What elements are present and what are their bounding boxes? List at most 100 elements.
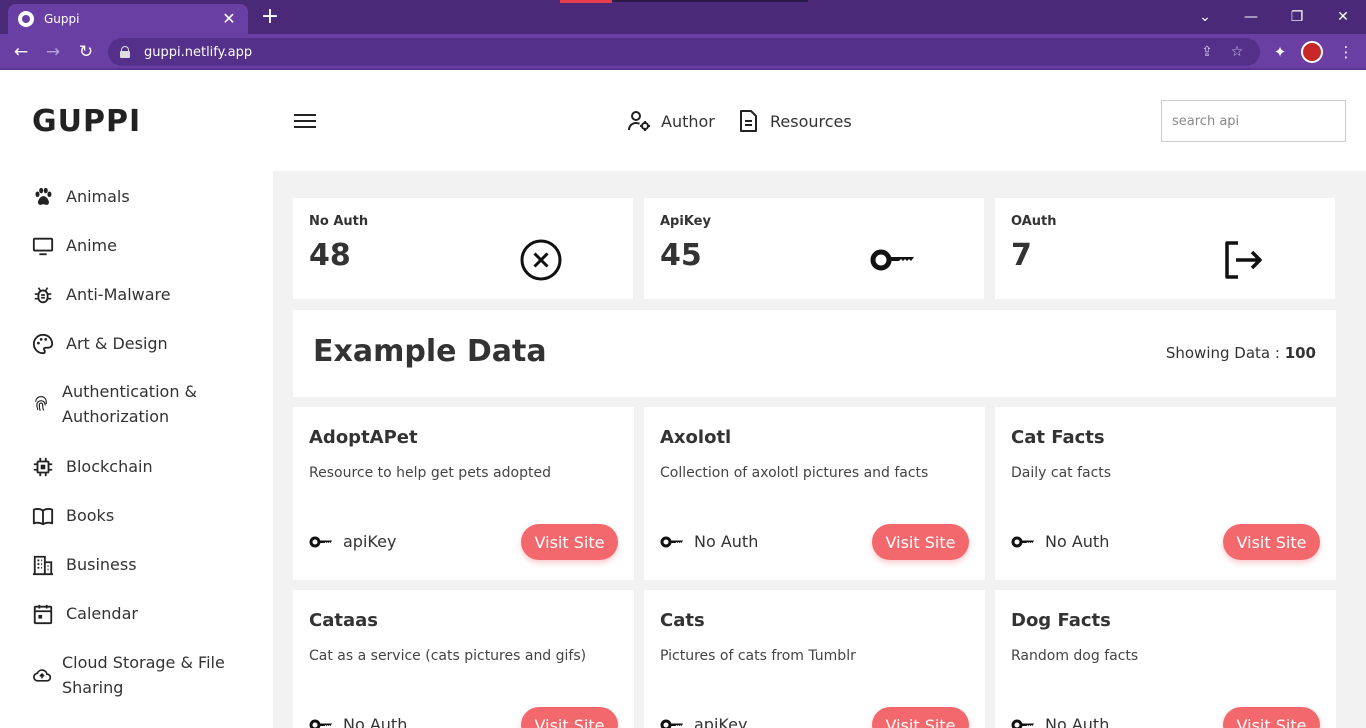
sidebar-item-books[interactable]: Books: [32, 503, 114, 528]
tab-title: Guppi: [44, 12, 80, 26]
search-input[interactable]: [1161, 100, 1346, 142]
stat-card-oauth: OAuth 7: [995, 198, 1335, 299]
url-text: guppi.netlify.app: [144, 44, 253, 60]
key-icon: [309, 536, 332, 547]
api-card-auth-label: No Auth: [694, 532, 759, 551]
sidebar-item-label: Anti-Malware: [66, 285, 171, 304]
cloud-upload-icon: [33, 669, 52, 682]
showing-data-label: Showing Data :: [1165, 344, 1285, 362]
new-tab-button[interactable]: +: [258, 6, 282, 28]
address-bar[interactable]: guppi.netlify.app ⇪ ☆: [108, 38, 1260, 66]
sidebar-item-label: Anime: [66, 236, 117, 255]
visit-site-button[interactable]: Visit Site: [872, 524, 969, 560]
api-card: Cataas Cat as a service (cats pictures a…: [293, 590, 634, 728]
api-card-auth: No Auth: [309, 715, 407, 728]
visit-site-button[interactable]: Visit Site: [521, 524, 618, 560]
brand-logo[interactable]: GUPPI: [32, 104, 141, 139]
extensions-icon[interactable]: ✦: [1270, 42, 1290, 62]
main-content: No Auth 48 ApiKey 45 OAuth 7 Example Dat…: [273, 171, 1366, 728]
visit-site-button[interactable]: Visit Site: [521, 707, 618, 728]
sidebar-item-anti-malware[interactable]: Anti-Malware: [32, 282, 171, 307]
palette-icon: [32, 333, 54, 354]
sidebar-item-label: Blockchain: [66, 457, 153, 476]
back-button[interactable]: ←: [8, 39, 34, 65]
api-card-title: Dog Facts: [1011, 610, 1111, 631]
sidebar-item-label: Cloud Storage & File Sharing: [62, 650, 225, 700]
sidebar-item-business[interactable]: Business: [32, 552, 137, 577]
sidebar-item-authentication[interactable]: Authentication & Authorization: [32, 379, 197, 429]
circle-x-icon: [520, 239, 562, 281]
nav-author[interactable]: Author: [627, 106, 715, 136]
api-card-auth-label: No Auth: [1045, 532, 1110, 551]
sidebar-item-animals[interactable]: Animals: [32, 184, 130, 209]
menu-dots-icon[interactable]: ⋮: [1336, 42, 1356, 62]
api-card: Cats Pictures of cats from Tumblr apiKey…: [644, 590, 985, 728]
api-card-auth-label: No Auth: [1045, 715, 1110, 728]
sidebar-item-calendar[interactable]: Calendar: [32, 601, 138, 626]
api-card-description: Daily cat facts: [1011, 465, 1112, 481]
visit-site-button[interactable]: Visit Site: [872, 707, 969, 728]
lock-icon: [120, 46, 130, 58]
stat-label: ApiKey: [660, 214, 711, 229]
minimize-button[interactable]: —: [1228, 0, 1274, 34]
close-window-button[interactable]: ✕: [1320, 0, 1366, 34]
api-card-description: Cat as a service (cats pictures and gifs…: [309, 648, 587, 664]
visit-site-button[interactable]: Visit Site: [1223, 707, 1320, 728]
api-card-description: Resource to help get pets adopted: [309, 465, 551, 481]
visit-site-button[interactable]: Visit Site: [1223, 524, 1320, 560]
api-card-title: Axolotl: [660, 427, 732, 448]
stat-label: OAuth: [1011, 214, 1057, 229]
chip-icon: [33, 457, 53, 476]
api-card: AdoptAPet Resource to help get pets adop…: [293, 407, 634, 580]
profile-avatar[interactable]: [1301, 41, 1323, 63]
bookmark-star-icon[interactable]: ☆: [1226, 44, 1248, 60]
tab-close-icon[interactable]: ✕: [220, 11, 238, 27]
example-data-header: Example Data Showing Data : 100: [293, 310, 1336, 397]
key-icon: [1011, 536, 1034, 547]
stat-card-no-auth: No Auth 48: [293, 198, 633, 299]
globe-icon: [18, 11, 34, 27]
api-card-auth-label: apiKey: [343, 532, 397, 551]
sidebar-item-blockchain[interactable]: Blockchain: [32, 454, 153, 479]
sidebar-item-label: Animals: [66, 187, 130, 206]
api-card-description: Collection of axolotl pictures and facts: [660, 465, 929, 481]
section-title: Example Data: [313, 334, 547, 369]
nav-resources[interactable]: Resources: [736, 106, 852, 136]
key-icon: [870, 249, 914, 271]
calendar-icon: [33, 604, 53, 624]
api-card-auth: No Auth: [660, 532, 758, 551]
sidebar-item-cloud-storage[interactable]: Cloud Storage & File Sharing: [32, 650, 225, 700]
api-card-auth: No Auth: [1011, 715, 1109, 728]
hamburger-menu-icon[interactable]: [294, 112, 316, 130]
restore-button[interactable]: ❐: [1274, 0, 1320, 34]
browser-toolbar: ← → ↻ guppi.netlify.app ⇪ ☆ ✦ ⋮: [0, 34, 1366, 70]
share-icon[interactable]: ⇪: [1196, 44, 1218, 60]
api-card-auth: apiKey: [660, 715, 747, 728]
sidebar-item-label: Calendar: [66, 604, 138, 623]
tab-indicator: [560, 0, 612, 3]
api-card-auth-label: No Auth: [343, 715, 408, 728]
browser-tabstrip: Guppi ✕ + ⌄ — ❐ ✕: [0, 0, 1366, 34]
app-root: GUPPI Author Resources Animals: [0, 72, 1366, 728]
stat-value: 7: [1011, 238, 1032, 273]
sidebar-item-anime[interactable]: Anime: [32, 233, 117, 258]
sidebar-item-label: Art & Design: [66, 334, 168, 353]
stat-card-apikey: ApiKey 45: [644, 198, 984, 299]
bug-icon: [34, 286, 52, 303]
reload-button[interactable]: ↻: [73, 39, 99, 65]
sidebar-item-art-design[interactable]: Art & Design: [32, 331, 168, 356]
sidebar-item-label: Business: [66, 555, 137, 574]
tab-indicator-track: [612, 0, 808, 2]
api-card-auth-label: apiKey: [694, 715, 748, 728]
showing-data-value: 100: [1284, 344, 1316, 362]
key-icon: [309, 719, 332, 728]
forward-button[interactable]: →: [40, 39, 66, 65]
browser-tab[interactable]: Guppi ✕: [8, 4, 248, 34]
api-card: Dog Facts Random dog facts No Auth Visit…: [995, 590, 1336, 728]
tab-search-icon[interactable]: ⌄: [1182, 0, 1228, 34]
api-card-title: Cataas: [309, 610, 378, 631]
api-card: Axolotl Collection of axolotl pictures a…: [644, 407, 985, 580]
stat-value: 48: [309, 238, 351, 273]
building-icon: [32, 555, 54, 575]
key-icon: [660, 719, 683, 728]
